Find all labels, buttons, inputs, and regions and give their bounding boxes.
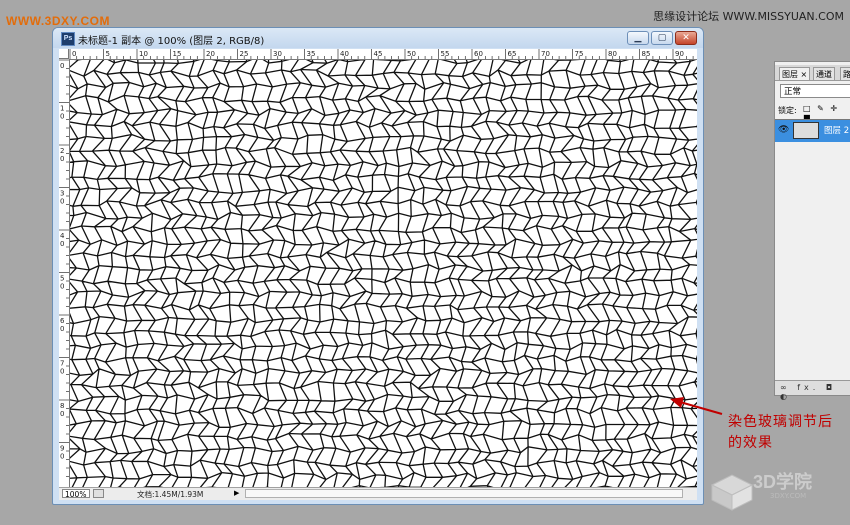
annotation-text: 染色玻璃调节后 的效果 bbox=[728, 412, 833, 454]
layer-name[interactable]: 图层 2 bbox=[824, 124, 849, 136]
ruler-top-label: 90 bbox=[675, 50, 684, 58]
panel-footer-icons[interactable]: ∞ fx. ◘ ◐ bbox=[780, 383, 850, 401]
zoom-input[interactable]: 100% bbox=[62, 489, 90, 499]
document-title: 未标题-1 副本 @ 100% (图层 2, RGB/8) bbox=[78, 36, 265, 47]
photoshop-icon: Ps bbox=[61, 32, 75, 46]
ruler-left-label: 8 bbox=[60, 402, 64, 410]
ruler-left-label: 0 bbox=[60, 283, 64, 291]
ruler-top-label: 50 bbox=[407, 50, 416, 58]
ruler-left-label: 7 bbox=[60, 360, 64, 368]
minimize-button[interactable]: ▁ bbox=[627, 31, 649, 45]
ruler-top-label: 40 bbox=[340, 50, 349, 58]
panel-tabs: 图层 × 通道 路 bbox=[775, 65, 850, 81]
logo-text: 3D学院 bbox=[753, 472, 813, 492]
ruler-left-label: 4 bbox=[60, 232, 65, 240]
ruler-top-label: 45 bbox=[374, 50, 383, 58]
document-area: 05101520253035404550556065707580859095 0… bbox=[59, 49, 697, 500]
ruler-top-label: 75 bbox=[575, 50, 584, 58]
tab-channels[interactable]: 通道 bbox=[813, 67, 835, 80]
logo-subtext: 3DXY.COM bbox=[770, 492, 807, 500]
ruler-left-label: 0 bbox=[60, 155, 64, 163]
ruler-left-label: 9 bbox=[60, 445, 64, 453]
ruler-left-label: 0 bbox=[60, 62, 64, 70]
blend-mode-select[interactable]: 正常 bbox=[780, 84, 850, 98]
document-window[interactable]: Ps 未标题-1 副本 @ 100% (图层 2, RGB/8) ▁ ▢ ✕ 0… bbox=[52, 27, 704, 505]
ruler-top-label: 70 bbox=[541, 50, 550, 58]
close-button[interactable]: ✕ bbox=[675, 31, 697, 45]
document-titlebar[interactable]: Ps 未标题-1 副本 @ 100% (图层 2, RGB/8) ▁ ▢ ✕ bbox=[53, 28, 703, 48]
ruler-left-label: 5 bbox=[60, 275, 64, 283]
ruler-top-label: 25 bbox=[240, 50, 249, 58]
horizontal-scrollbar[interactable] bbox=[245, 489, 683, 498]
ruler-left-label: 6 bbox=[60, 317, 65, 325]
ruler-origin[interactable] bbox=[59, 49, 69, 59]
ruler-top-label: 20 bbox=[206, 50, 215, 58]
stained-glass-image bbox=[70, 60, 697, 488]
ruler-top-label: 60 bbox=[474, 50, 483, 58]
layers-panel: 图层 × 通道 路 正常 锁定: □ ✎ ✛ ■ 👁 图层 2 ∞ fx. ◘ … bbox=[774, 61, 850, 401]
ruler-left-label: 3 bbox=[60, 190, 64, 198]
ruler-top-label: 5 bbox=[106, 50, 110, 58]
glass-cell-grid bbox=[70, 60, 697, 488]
restore-button[interactable]: ▢ bbox=[651, 31, 673, 45]
lock-label: 锁定: bbox=[778, 106, 797, 115]
tab-paths[interactable]: 路 bbox=[840, 67, 850, 80]
ruler-horizontal[interactable]: 05101520253035404550556065707580859095 bbox=[69, 49, 697, 60]
status-bar: 100% 文档:1.45M/1.93M ▶ bbox=[59, 487, 697, 500]
image-canvas[interactable] bbox=[70, 60, 697, 488]
panel-footer: ∞ fx. ◘ ◐ bbox=[775, 380, 850, 401]
ruler-vertical[interactable]: 0102030405060708090 bbox=[59, 59, 70, 488]
ruler-top-label: 80 bbox=[608, 50, 617, 58]
layer-row[interactable]: 👁 图层 2 bbox=[775, 119, 850, 142]
annotation-line-1: 染色玻璃调节后 bbox=[728, 414, 833, 430]
status-menu-arrow-icon[interactable]: ▶ bbox=[234, 489, 239, 498]
ruler-top-label: 35 bbox=[307, 50, 316, 58]
ruler-left-label: 0 bbox=[60, 240, 64, 248]
ruler-top-label: 65 bbox=[508, 50, 517, 58]
ruler-left-label: 0 bbox=[60, 113, 64, 121]
ruler-left-label: 1 bbox=[60, 105, 64, 113]
visibility-eye-icon[interactable]: 👁 bbox=[778, 125, 789, 135]
ruler-left-label: 2 bbox=[60, 147, 64, 155]
watermark-top-left: WWW.3DXY.COM bbox=[6, 14, 110, 28]
ruler-top-label: 15 bbox=[173, 50, 182, 58]
ruler-left-label: 0 bbox=[60, 410, 64, 418]
ruler-left-label: 0 bbox=[60, 198, 64, 206]
layer-thumbnail bbox=[793, 122, 819, 139]
ruler-top-label: 30 bbox=[273, 50, 282, 58]
watermark-top-right: 思缘设计论坛 WWW.MISSYUAN.COM bbox=[653, 10, 844, 23]
ruler-top-label: 85 bbox=[642, 50, 651, 58]
ruler-top-label: 55 bbox=[441, 50, 450, 58]
ruler-left-label: 0 bbox=[60, 453, 64, 461]
ruler-left-label: 0 bbox=[60, 368, 64, 376]
ruler-top-label: 0 bbox=[72, 50, 76, 58]
ruler-top-label: 10 bbox=[139, 50, 148, 58]
tab-layers[interactable]: 图层 × bbox=[779, 67, 811, 80]
zoom-options-button[interactable] bbox=[93, 489, 104, 498]
ruler-left-label: 0 bbox=[60, 325, 64, 333]
document-size-info: 文档:1.45M/1.93M bbox=[137, 490, 204, 499]
annotation-line-2: 的效果 bbox=[728, 435, 773, 451]
